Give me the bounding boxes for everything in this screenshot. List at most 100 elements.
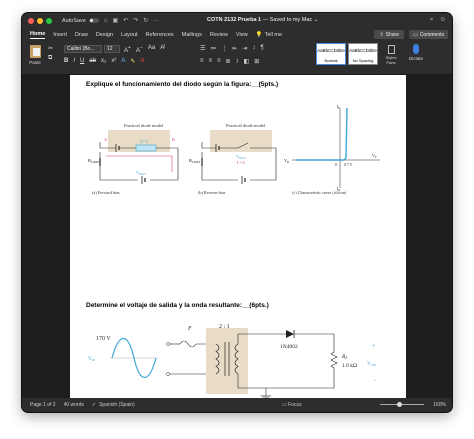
knee-voltage-label: 0.7 V bbox=[344, 163, 353, 167]
sort-icon[interactable]: ↕ bbox=[252, 45, 255, 52]
paste-button[interactable]: Paste bbox=[26, 45, 44, 65]
bullets-icon[interactable]: ☰ bbox=[200, 45, 205, 52]
more-icon[interactable]: ··· bbox=[153, 18, 159, 24]
caption-a: (a) Forward bias bbox=[92, 190, 120, 195]
line-spacing-icon[interactable]: ↨ bbox=[236, 58, 239, 65]
bold-icon[interactable]: B bbox=[64, 58, 68, 65]
subscript-icon[interactable]: x₂ bbox=[101, 58, 106, 65]
tab-draw[interactable]: Draw bbox=[75, 32, 88, 38]
axis-vr-label: VR bbox=[284, 158, 289, 164]
shading-icon[interactable]: ◧ bbox=[244, 58, 250, 65]
autosave-control[interactable]: AutoSave bbox=[62, 18, 99, 24]
tell-me-field[interactable]: Tell me bbox=[265, 32, 282, 38]
diode-part-label: 1N4002 bbox=[280, 344, 298, 350]
share-button[interactable]: ⇪ Share bbox=[374, 30, 404, 39]
font-color-icon[interactable]: A bbox=[140, 58, 144, 65]
dictate-label: Dictate bbox=[408, 56, 423, 61]
language-indicator[interactable]: Spanish (Spain) bbox=[99, 402, 135, 408]
underline-icon[interactable]: U bbox=[80, 58, 84, 65]
save-icon[interactable]: ▣ bbox=[112, 17, 118, 24]
show-marks-icon[interactable]: ¶ bbox=[260, 45, 263, 52]
shrink-font-icon[interactable]: A− bbox=[136, 45, 143, 54]
comments-button[interactable]: ▭ Comments bbox=[409, 30, 448, 39]
copy-icon[interactable]: ⧉ bbox=[48, 55, 52, 62]
font-style-tools: B I U ab x₂ x² A ✎ A bbox=[64, 58, 144, 65]
home-icon[interactable]: ⌂ bbox=[104, 18, 108, 24]
load-resistor bbox=[330, 351, 338, 369]
source-amplitude-label: 170 V bbox=[96, 336, 111, 342]
zoom-slider[interactable] bbox=[380, 404, 424, 405]
tab-layout[interactable]: Layout bbox=[121, 32, 138, 38]
decrease-indent-icon[interactable]: ⇤ bbox=[232, 45, 237, 52]
i-zero-label: I = 0 bbox=[237, 160, 245, 165]
focus-button[interactable]: ▭ Focus bbox=[282, 402, 302, 408]
styles-pane-button[interactable]: Styles Pane bbox=[384, 45, 398, 65]
search-icon[interactable]: ⌕ bbox=[430, 16, 434, 24]
zoom-window-button[interactable] bbox=[46, 17, 52, 24]
page-count[interactable]: Page 1 of 2 bbox=[30, 402, 56, 408]
align-center-icon[interactable]: ≡ bbox=[209, 58, 213, 65]
style-no-spacing[interactable]: AaBbCcDdEe No Spacing bbox=[348, 43, 378, 65]
dictate-button[interactable]: Dictate bbox=[408, 44, 424, 61]
paste-label: Paste bbox=[29, 60, 41, 65]
numbering-icon[interactable]: ≔ bbox=[210, 45, 216, 52]
clipboard-tools: ✂ bbox=[48, 45, 53, 52]
redo-icon[interactable]: ↷ bbox=[133, 17, 138, 24]
zoom-level[interactable]: 160% bbox=[433, 402, 446, 408]
font-name-select[interactable]: Calibri (Bo... bbox=[64, 45, 102, 53]
minimize-window-button[interactable] bbox=[37, 17, 43, 24]
tab-review[interactable]: Review bbox=[210, 32, 228, 38]
document-page[interactable]: Explique el funcionamiento del diodo seg… bbox=[70, 75, 406, 398]
rectifier-figure: 170 V Vin F 2 : 1 1N4002 RL 1.0 kΩ + Vou… bbox=[88, 324, 377, 398]
style-normal[interactable]: AaBbCcDdEe Normal bbox=[316, 43, 346, 65]
status-bar: Page 1 of 2 40 words ✓ Spanish (Spain) ▭… bbox=[22, 398, 452, 412]
change-case-icon[interactable]: Aa bbox=[148, 45, 155, 54]
tell-me-icon: 💡 bbox=[255, 31, 263, 38]
close-window-button[interactable] bbox=[28, 17, 34, 24]
increase-indent-icon[interactable]: ⇥ bbox=[242, 45, 247, 52]
font-size-select[interactable]: 12 bbox=[104, 45, 120, 53]
tab-insert[interactable]: Insert bbox=[53, 32, 67, 38]
proofing-icon[interactable]: ✓ bbox=[92, 402, 96, 408]
tab-mailings[interactable]: Mailings bbox=[182, 32, 202, 38]
account-icon[interactable]: ☺ bbox=[439, 16, 446, 24]
multilevel-icon[interactable]: ⋮ bbox=[221, 45, 227, 52]
tab-home[interactable]: Home bbox=[30, 31, 46, 39]
diode-symbol-a bbox=[135, 144, 157, 152]
strikethrough-icon[interactable]: ab bbox=[89, 58, 96, 65]
italic-icon[interactable]: I bbox=[73, 58, 75, 65]
word-count[interactable]: 40 words bbox=[64, 402, 84, 408]
clear-format-icon[interactable]: A̸ bbox=[160, 45, 164, 54]
caption-c: (c) Characteristic curve (silicon) bbox=[292, 190, 347, 195]
undo-icon[interactable]: ↶ bbox=[123, 17, 128, 24]
repeat-icon[interactable]: ↻ bbox=[143, 17, 148, 24]
diode-bias-figure: Practical diode model A K 0.7 V RLIMIT V… bbox=[88, 104, 380, 195]
styles-pane-label: Styles Pane bbox=[385, 55, 397, 65]
borders-icon[interactable]: ⊞ bbox=[254, 58, 259, 65]
style-preview: AaBbCcDdEe bbox=[317, 48, 345, 53]
superscript-icon[interactable]: x² bbox=[111, 58, 116, 65]
microphone-icon bbox=[413, 44, 419, 54]
clipboard-icon bbox=[29, 45, 41, 58]
font-size-tools: A+ A− Aa A̸ bbox=[124, 45, 164, 54]
highlight-icon[interactable]: ✎ bbox=[130, 58, 135, 65]
autosave-toggle[interactable] bbox=[88, 18, 99, 23]
grow-font-icon[interactable]: A+ bbox=[124, 45, 131, 54]
text-effects-icon[interactable]: A bbox=[121, 58, 125, 65]
share-label: Share bbox=[385, 31, 399, 38]
align-left-icon[interactable]: ≡ bbox=[200, 58, 204, 65]
justify-icon[interactable]: ≣ bbox=[226, 58, 231, 65]
diode-symbol bbox=[286, 330, 294, 338]
tab-view[interactable]: View bbox=[236, 32, 248, 38]
fuse-symbol bbox=[179, 340, 197, 348]
axis-if-label: IF bbox=[337, 104, 340, 110]
align-right-icon[interactable]: ≡ bbox=[217, 58, 221, 65]
tab-design[interactable]: Design bbox=[96, 32, 113, 38]
cut-icon[interactable]: ✂ bbox=[48, 45, 53, 52]
zoom-slider-thumb[interactable] bbox=[397, 402, 402, 407]
document-canvas[interactable]: Explique el funcionamiento del diodo seg… bbox=[22, 75, 452, 398]
tab-references[interactable]: References bbox=[146, 32, 174, 38]
model-label-b: Practical diode model bbox=[226, 123, 266, 128]
origin-label: 0 bbox=[335, 163, 337, 167]
comment-icon: ▭ bbox=[413, 31, 418, 38]
